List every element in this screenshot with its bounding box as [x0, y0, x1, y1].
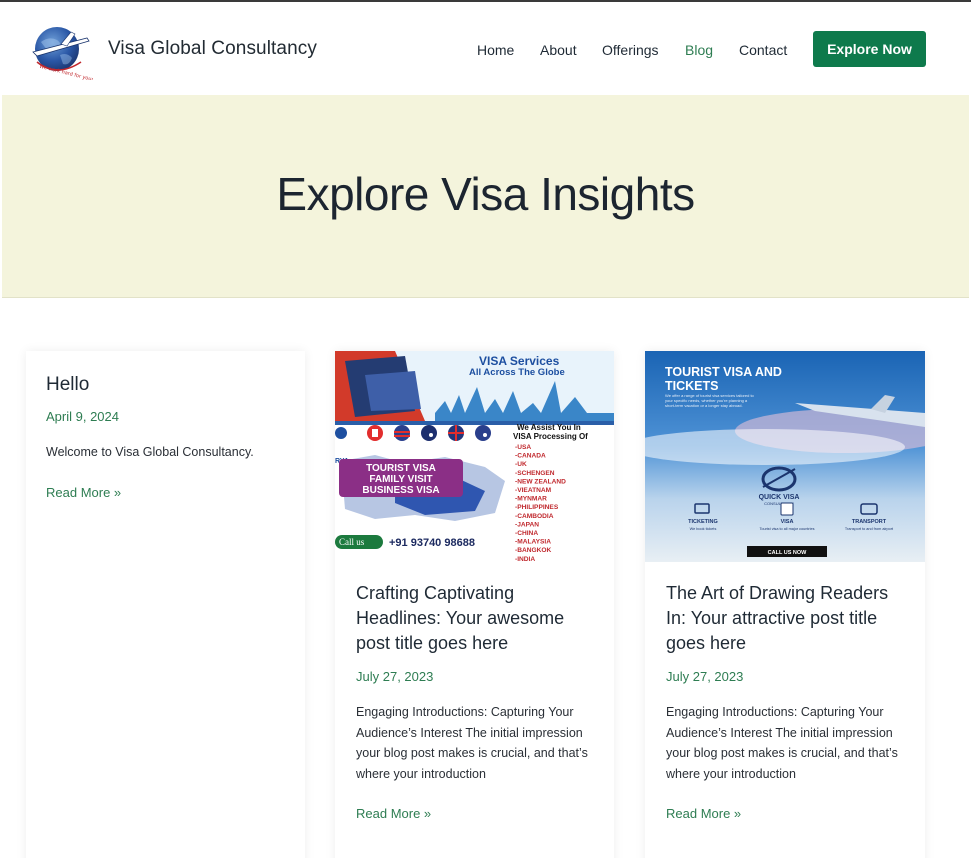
post-card: VISA Services All Across The Globe RYA T…: [335, 351, 614, 858]
image-heading-1: VISA Services: [479, 354, 560, 368]
country-item: -CANADA: [515, 453, 546, 460]
post-thumbnail[interactable]: VISA Services All Across The Globe RYA T…: [335, 351, 614, 562]
read-more-link[interactable]: Read More »: [356, 806, 431, 821]
post-card: Hello April 9, 2024 Welcome to Visa Glob…: [26, 351, 305, 858]
image-assist-1: We Assist You In: [517, 423, 581, 432]
post-excerpt: Engaging Introductions: Capturing Your A…: [666, 705, 898, 781]
country-item: -PHILIPPINES: [515, 504, 559, 511]
feature-sub: We book tickets: [690, 527, 717, 531]
page-title: Explore Visa Insights: [276, 168, 695, 220]
post-excerpt: Engaging Introductions: Capturing Your A…: [356, 705, 588, 781]
country-item: -CHINA: [515, 530, 538, 537]
passport-icon: [780, 502, 794, 516]
image-badge-line-1: TOURIST VISA: [366, 463, 436, 474]
nav-contact[interactable]: Contact: [739, 42, 787, 58]
post-date: July 27, 2023: [356, 669, 434, 684]
image-logo-name: QUICK VISA: [759, 494, 800, 501]
image-heading-2: TICKETS: [665, 379, 718, 393]
site-header: We work hard for your dreams Visa Global…: [0, 2, 971, 95]
country-item: -CAMBODIA: [515, 513, 554, 520]
nav-about[interactable]: About: [540, 42, 577, 58]
feature-sub: Tourist visa to all major countries: [759, 527, 814, 531]
post-title[interactable]: The Art of Drawing Readers In: Your attr…: [666, 581, 912, 656]
post-card: TOURIST VISA AND TICKETS We offer a rang…: [645, 351, 925, 858]
post-date: April 9, 2024: [46, 409, 119, 424]
country-item: -VIEATNAM: [515, 487, 552, 494]
post-title[interactable]: Crafting Captivating Headlines: Your awe…: [356, 581, 602, 656]
read-more-link[interactable]: Read More »: [46, 485, 121, 500]
tourist-visa-image: TOURIST VISA AND TICKETS We offer a rang…: [645, 351, 925, 562]
country-item: -SCHENGEN: [515, 470, 555, 477]
country-item: -NEW ZEALAND: [515, 478, 566, 485]
post-title[interactable]: Hello: [46, 372, 89, 397]
post-date: July 27, 2023: [666, 669, 744, 684]
country-item: -BANGKOK: [515, 547, 552, 554]
image-assist-2: VISA Processing Of: [513, 432, 588, 441]
image-heading-1: TOURIST VISA AND: [665, 365, 782, 379]
feature-label: TICKETING: [688, 519, 718, 525]
feature-label: VISA: [781, 519, 794, 525]
country-item: -USA: [515, 444, 531, 451]
nav-home[interactable]: Home: [477, 42, 514, 58]
nav-blog[interactable]: Blog: [685, 42, 713, 58]
country-item: -INDIA: [515, 556, 535, 562]
read-more-link[interactable]: Read More »: [666, 806, 741, 821]
feature-label: TRANSPORT: [852, 519, 887, 525]
image-phone: +91 93740 98688: [389, 537, 475, 549]
explore-now-button[interactable]: Explore Now: [813, 31, 926, 67]
image-heading-2: All Across The Globe: [469, 367, 565, 378]
image-badge-line-2: FAMILY VISIT: [369, 474, 432, 485]
globe-airplane-icon[interactable]: We work hard for your dreams: [27, 22, 93, 80]
image-call-label: Call us: [339, 537, 365, 547]
country-item: -MYNMAR: [515, 496, 547, 503]
post-excerpt: Welcome to Visa Global Consultancy.: [46, 445, 254, 459]
country-item: -MALAYSIA: [515, 539, 551, 546]
image-call-button: CALL US NOW: [768, 550, 808, 556]
country-item: -JAPAN: [515, 521, 539, 528]
visa-services-image: VISA Services All Across The Globe RYA T…: [335, 351, 614, 562]
post-thumbnail[interactable]: TOURIST VISA AND TICKETS We offer a rang…: [645, 351, 925, 562]
hero-banner: Explore Visa Insights: [2, 95, 969, 298]
image-badge-line-3: BUSINESS VISA: [362, 485, 439, 496]
image-blurb: We offer a range of tourist visa service…: [665, 393, 754, 408]
feature-sub: Transport to and from airport: [845, 527, 894, 531]
brand-name[interactable]: Visa Global Consultancy: [108, 38, 317, 60]
country-item: -UK: [515, 461, 527, 468]
nav-offerings[interactable]: Offerings: [602, 42, 659, 58]
